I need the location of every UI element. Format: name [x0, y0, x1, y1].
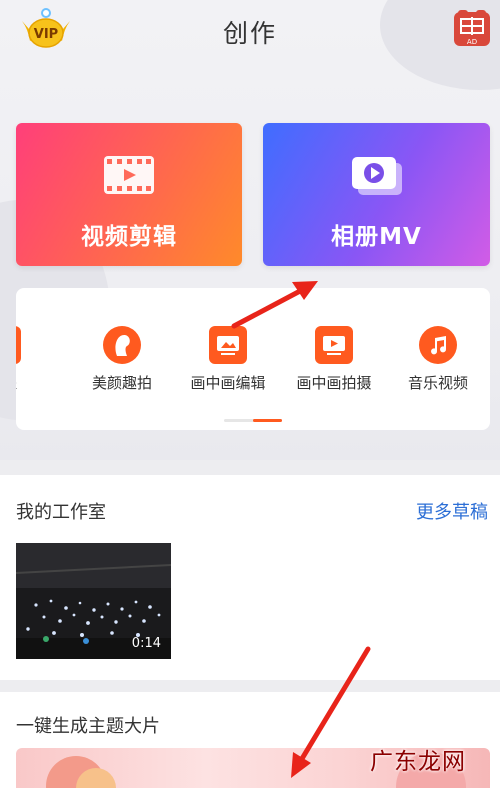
tool-tutorial[interactable]: 教程 — [16, 326, 52, 393]
tool-label-tutorial: 教程 — [16, 372, 52, 393]
page-title: 创作 — [222, 19, 277, 48]
pip-shoot-icon — [315, 326, 353, 364]
film-icon — [103, 155, 155, 199]
pip-edit-icon — [209, 326, 247, 364]
tool-beauty[interactable]: 美颜趣拍 — [72, 326, 172, 393]
photo-album-icon — [350, 155, 404, 201]
music-note-icon — [419, 326, 457, 364]
video-duration: 0:14 — [131, 636, 161, 651]
carousel-indicator-active — [253, 419, 282, 422]
video-edit-card[interactable]: 视频剪辑 — [16, 123, 242, 266]
photo-album-mv-card[interactable]: 相册MV — [263, 123, 490, 266]
video-edit-label: 视频剪辑 — [81, 224, 177, 250]
tutorial-icon — [16, 326, 21, 364]
studio-title: 我的工作室 — [16, 502, 106, 523]
tools-carousel[interactable]: 教程 美颜趣拍 画中画编辑 画中画拍摄 音乐视频 — [16, 288, 490, 430]
tool-label-beauty: 美颜趣拍 — [91, 374, 152, 392]
ad-label: AD — [467, 38, 477, 46]
tool-label-pip-edit: 画中画编辑 — [190, 374, 266, 392]
beauty-icon — [103, 326, 141, 364]
tool-pip-shoot[interactable]: 画中画拍摄 — [284, 326, 384, 393]
tool-label-music-video: 音乐视频 — [407, 374, 468, 392]
tool-music-video[interactable]: 音乐视频 — [388, 326, 488, 393]
draft-video-thumbnail[interactable]: 0:14 — [16, 543, 171, 659]
theme-title: 一键生成主题大片 — [16, 716, 160, 737]
tool-pip-edit[interactable]: 画中画编辑 — [178, 326, 278, 393]
photo-album-mv-label: 相册MV — [331, 224, 422, 250]
tool-label-pip-shoot: 画中画拍摄 — [296, 374, 372, 392]
more-drafts-link[interactable]: 更多草稿 — [416, 498, 488, 524]
ad-icon[interactable]: AD — [452, 8, 492, 48]
watermark-text: 广东龙网 — [370, 749, 466, 775]
